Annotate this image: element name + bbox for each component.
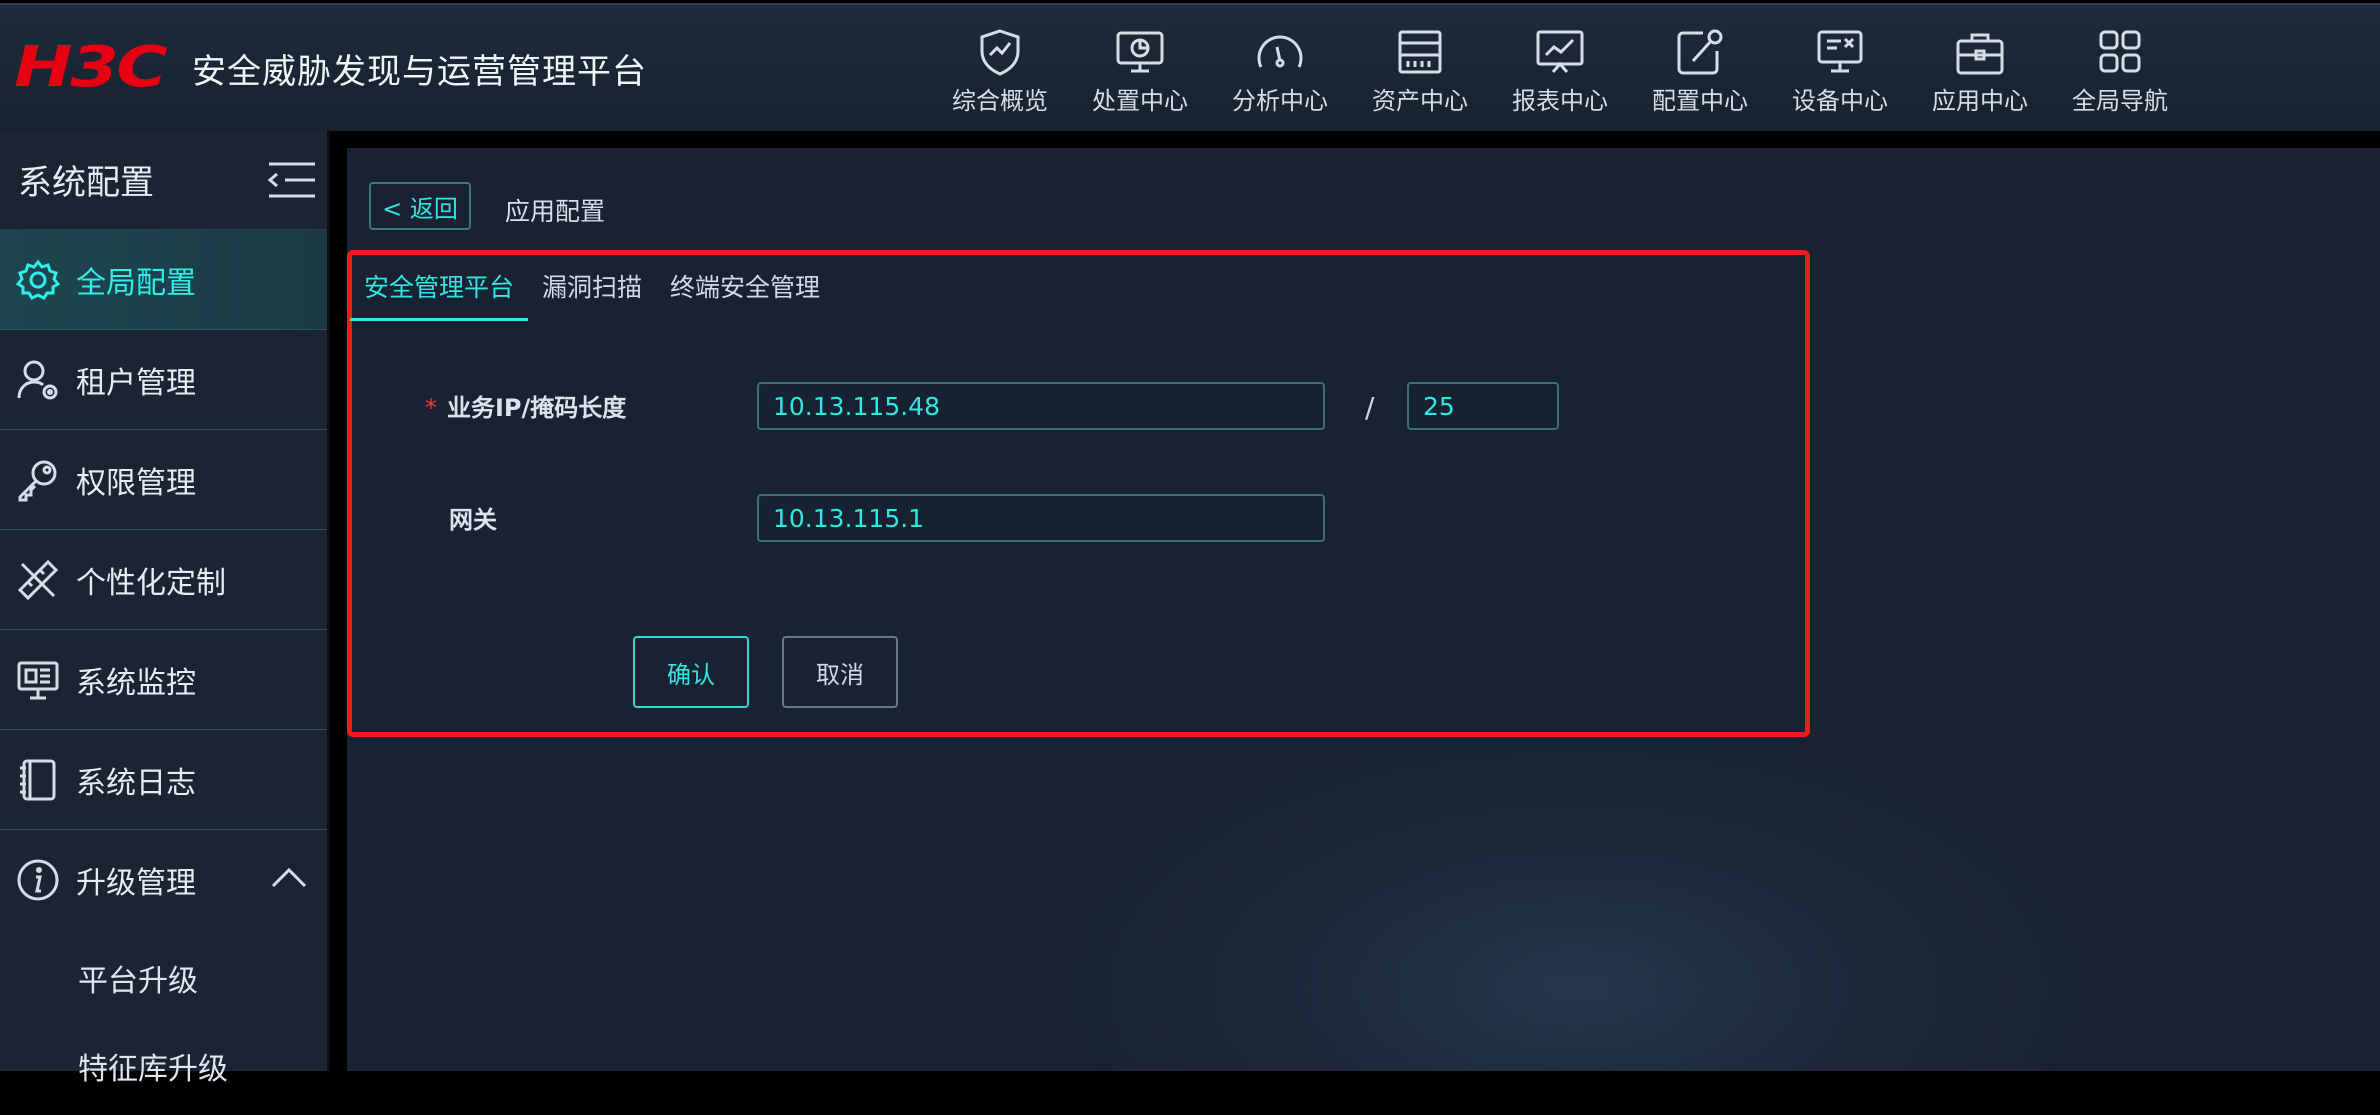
nav-label: 配置中心: [1652, 87, 1748, 115]
sidebar-item-label: 个性化定制: [76, 565, 226, 601]
sidebar-item-upgrade[interactable]: 升级管理: [0, 830, 327, 929]
ip-label: 业务IP/掩码长度: [447, 394, 627, 422]
breadcrumb: 应用配置: [505, 197, 606, 226]
server-rack-icon: [1398, 30, 1442, 74]
top-nav: 综合概览 处置中心 分析中心 资产中心 报表中心 配置中心 设备中心 应用中心 …: [930, 27, 2190, 117]
nav-label: 处置中心: [1092, 87, 1188, 115]
ip-input[interactable]: [757, 382, 1325, 430]
sidebar-item-label: 租户管理: [76, 365, 196, 401]
sidebar-item-customize[interactable]: 个性化定制: [0, 530, 327, 630]
tab-bar: 安全管理平台 漏洞扫描 终端安全管理: [350, 254, 834, 322]
brand: H3C 安全威胁发现与运营管理平台: [14, 35, 647, 100]
chevron-up-icon: [271, 867, 307, 888]
sidebar-subitem-label: 平台升级: [78, 964, 198, 999]
sidebar-subitem-signature-upgrade[interactable]: 特征库升级: [0, 1017, 327, 1115]
cancel-button[interactable]: 取消: [782, 636, 898, 708]
sidebar-item-label: 全局配置: [76, 265, 196, 301]
sidebar-item-global-config[interactable]: 全局配置: [0, 230, 327, 330]
nav-label: 设备中心: [1792, 87, 1888, 115]
sidebar-subitem-platform-upgrade[interactable]: 平台升级: [0, 929, 327, 1027]
monitor-chart-icon: [1116, 31, 1164, 73]
wrench-edit-icon: [1677, 29, 1723, 75]
sidebar-item-label: 系统监控: [76, 665, 196, 701]
nav-label: 应用中心: [1932, 87, 2028, 115]
notebook-icon: [20, 759, 56, 800]
ruler-pencil-icon: [17, 559, 59, 600]
nav-label: 综合概览: [952, 87, 1048, 115]
gauge-icon: [1257, 35, 1303, 68]
nav-label: 资产中心: [1372, 87, 1468, 115]
tab-security-platform[interactable]: 安全管理平台: [350, 254, 529, 321]
mask-input[interactable]: [1407, 382, 1559, 430]
tab-endpoint-security[interactable]: 终端安全管理: [656, 254, 834, 318]
nav-config[interactable]: 配置中心: [1630, 27, 1770, 117]
sidebar-title: 系统配置: [18, 163, 154, 203]
grid-icon: [2099, 30, 2141, 73]
nav-disposal[interactable]: 处置中心: [1070, 27, 1210, 117]
info-circle-icon: [17, 859, 59, 900]
sidebar-item-tenant[interactable]: 租户管理: [0, 330, 327, 430]
nav-apps[interactable]: 应用中心: [1910, 27, 2050, 117]
sidebar-subitem-label: 特征库升级: [78, 1052, 228, 1087]
sidebar-item-label: 权限管理: [76, 465, 196, 501]
nav-devices[interactable]: 设备中心: [1770, 27, 1910, 117]
back-label: < 返回: [382, 194, 458, 223]
top-header: H3C 安全威胁发现与运营管理平台 综合概览 处置中心 分析中心 资产中心 报表…: [0, 3, 2380, 131]
sidebar-header: 系统配置: [0, 130, 327, 230]
nav-label: 分析中心: [1232, 87, 1328, 115]
back-button[interactable]: < 返回: [369, 182, 471, 230]
separator: /: [1365, 391, 1375, 424]
nav-assets[interactable]: 资产中心: [1350, 27, 1490, 117]
sidebar-item-permission[interactable]: 权限管理: [0, 430, 327, 530]
main-content: < 返回 应用配置 安全管理平台 漏洞扫描 终端安全管理 * 业务IP/掩码长度 …: [347, 148, 2380, 1071]
sidebar-item-log[interactable]: 系统日志: [0, 730, 327, 830]
shield-check-icon: [980, 29, 1020, 76]
key-icon: [18, 460, 57, 501]
toolbox-icon: [1956, 33, 2004, 75]
app-title: 安全威胁发现与运营管理平台: [192, 51, 647, 92]
tenant-user-icon: [17, 360, 58, 399]
gateway-input[interactable]: [757, 494, 1325, 542]
ip-label-row: * 业务IP/掩码长度: [425, 388, 626, 423]
device-monitor-icon: [1817, 30, 1863, 73]
nav-analysis[interactable]: 分析中心: [1210, 27, 1350, 117]
nav-reports[interactable]: 报表中心: [1490, 27, 1630, 117]
nav-overview[interactable]: 综合概览: [930, 27, 1070, 117]
sidebar-item-monitor[interactable]: 系统监控: [0, 630, 327, 730]
nav-global[interactable]: 全局导航: [2050, 27, 2190, 117]
confirm-button[interactable]: 确认: [633, 636, 749, 708]
sidebar: 系统配置 全局配置 租户管理 权限管理 个性化定制 系统监控 系统日志 升级管理…: [0, 130, 330, 1087]
gear-icon: [16, 259, 60, 300]
sidebar-item-label: 升级管理: [76, 865, 196, 901]
collapse-menu-icon[interactable]: [267, 160, 317, 200]
h3c-logo: H3C: [14, 35, 168, 100]
nav-label: 全局导航: [2072, 87, 2168, 115]
tab-vuln-scan[interactable]: 漏洞扫描: [528, 254, 656, 318]
required-mark: *: [425, 394, 437, 422]
monitor-network-icon: [17, 661, 59, 699]
sidebar-item-label: 系统日志: [76, 765, 196, 801]
line-chart-board-icon: [1536, 30, 1584, 73]
gateway-label: 网关: [449, 506, 497, 534]
nav-label: 报表中心: [1512, 87, 1608, 115]
